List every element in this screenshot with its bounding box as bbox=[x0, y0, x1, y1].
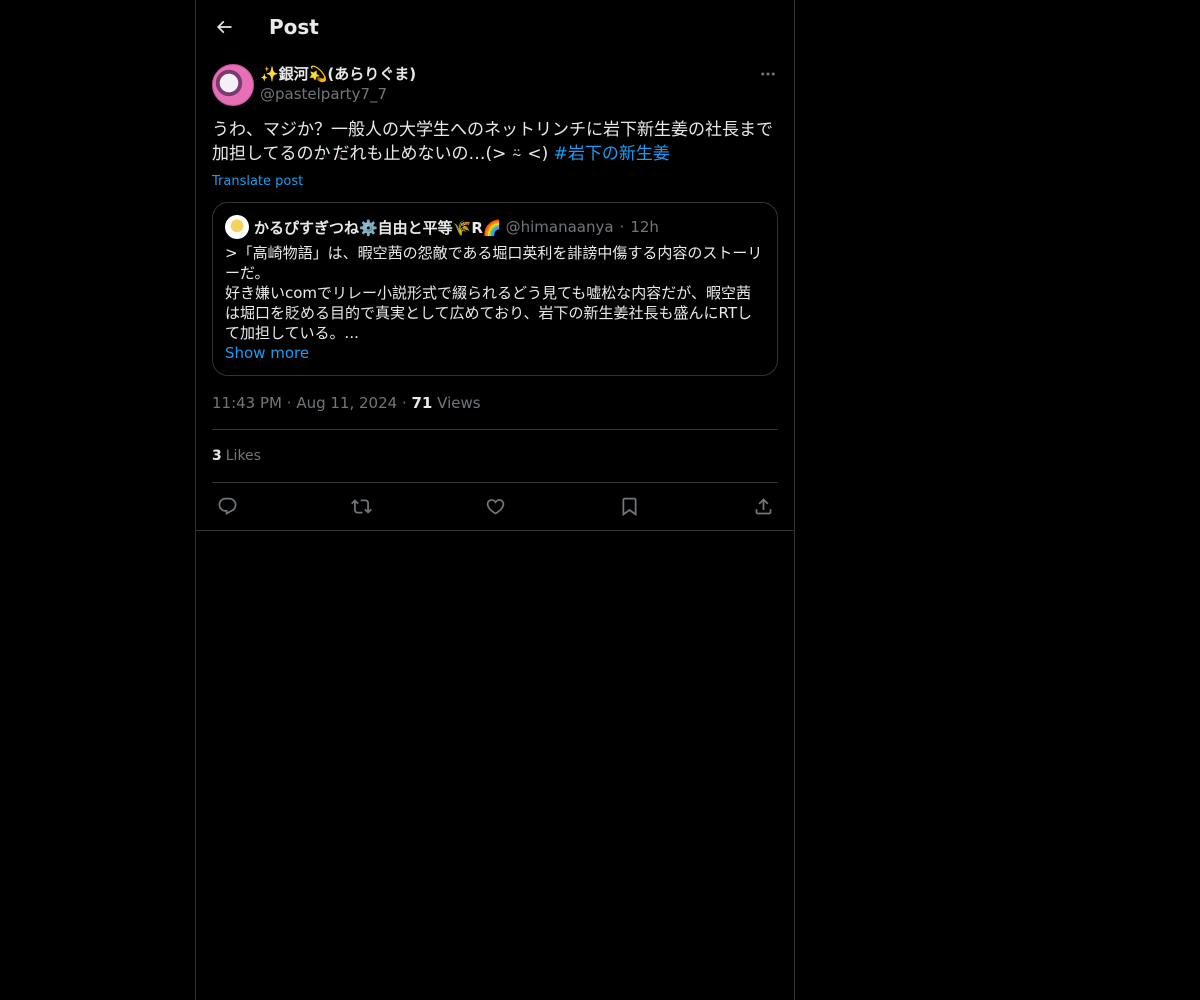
bookmark-icon bbox=[622, 497, 636, 517]
repost-button[interactable] bbox=[350, 496, 372, 518]
back-button[interactable] bbox=[210, 13, 238, 41]
arrow-left-icon bbox=[216, 20, 232, 34]
post-date[interactable]: Aug 11, 2024 bbox=[296, 394, 397, 412]
quote-author-handle: @himanaanya bbox=[505, 218, 614, 236]
quote-body: >「高崎物語」は、暇空茜の怨敵である堀口英利を誹謗中傷する内容のストーリーだ。 … bbox=[225, 243, 765, 343]
repost-icon bbox=[350, 499, 372, 514]
translate-post-link[interactable]: Translate post bbox=[212, 172, 303, 192]
reply-button[interactable] bbox=[216, 496, 238, 518]
views-label: Views bbox=[437, 394, 481, 412]
more-horizontal-icon bbox=[761, 72, 775, 76]
post-text: うわ、マジか？一般人の大学生へのネットリンチに岩下新生姜の社長まで加担してるのか… bbox=[212, 118, 778, 170]
show-more-link[interactable]: Show more bbox=[225, 343, 309, 363]
heart-icon bbox=[486, 499, 504, 515]
avatar[interactable] bbox=[212, 64, 254, 106]
more-button[interactable] bbox=[758, 64, 778, 84]
like-button[interactable] bbox=[484, 496, 506, 518]
share-icon bbox=[755, 498, 771, 515]
author-row: ✨銀河💫(あらりぐま) @pastelparty7_7 bbox=[212, 64, 778, 116]
quote-author-name: かるぴすぎつね⚙️自由と平等🌾R🌈 bbox=[254, 218, 502, 237]
quote-avatar bbox=[225, 215, 249, 239]
action-bar bbox=[212, 483, 778, 530]
header: Post bbox=[196, 0, 794, 54]
share-button[interactable] bbox=[752, 496, 774, 518]
likes-count: 3 bbox=[212, 448, 222, 464]
main-column: Post ✨銀河💫(あらりぐま) @pastelparty7_7 うわ、マジか？… bbox=[195, 0, 795, 1000]
quote-header: かるぴすぎつね⚙️自由と平等🌾R🌈 @himanaanya · 12h bbox=[225, 215, 765, 239]
meta-dot: · bbox=[401, 394, 412, 412]
hashtag-link[interactable]: #岩下の新生姜 bbox=[554, 144, 670, 164]
quote-text-line2: 好き嫌いcomでリレー小説形式で綴られるどう見ても嘘松な内容だが、暇空茜は堀口を… bbox=[225, 284, 752, 342]
post-meta: 11:43 PM · Aug 11, 2024 · 71 Views bbox=[212, 393, 778, 413]
meta-dot: · bbox=[286, 394, 297, 412]
reply-icon bbox=[218, 497, 236, 515]
divider bbox=[196, 530, 794, 531]
likes-label: Likes bbox=[225, 448, 261, 464]
page-title: Post bbox=[269, 15, 319, 39]
quote-text-line1: >「高崎物語」は、暇空茜の怨敵である堀口英利を誹謗中傷する内容のストーリーだ。 bbox=[225, 244, 763, 282]
post-time[interactable]: 11:43 PM bbox=[212, 394, 282, 412]
quoted-post[interactable]: かるぴすぎつね⚙️自由と平等🌾R🌈 @himanaanya · 12h >「高崎… bbox=[212, 202, 778, 376]
quote-dot: · bbox=[619, 218, 625, 236]
post-text-part2: だれも止めないの…(> ⍨ <) bbox=[332, 144, 549, 164]
post: ✨銀河💫(あらりぐま) @pastelparty7_7 うわ、マジか？一般人の大… bbox=[196, 64, 794, 530]
quote-time: 12h bbox=[630, 218, 659, 236]
author-name[interactable]: ✨銀河💫(あらりぐま) bbox=[260, 64, 416, 84]
author-handle[interactable]: @pastelparty7_7 bbox=[260, 84, 387, 104]
views-count: 71 bbox=[411, 394, 433, 412]
bookmark-button[interactable] bbox=[618, 496, 640, 518]
likes-row[interactable]: 3 Likes bbox=[212, 430, 778, 482]
